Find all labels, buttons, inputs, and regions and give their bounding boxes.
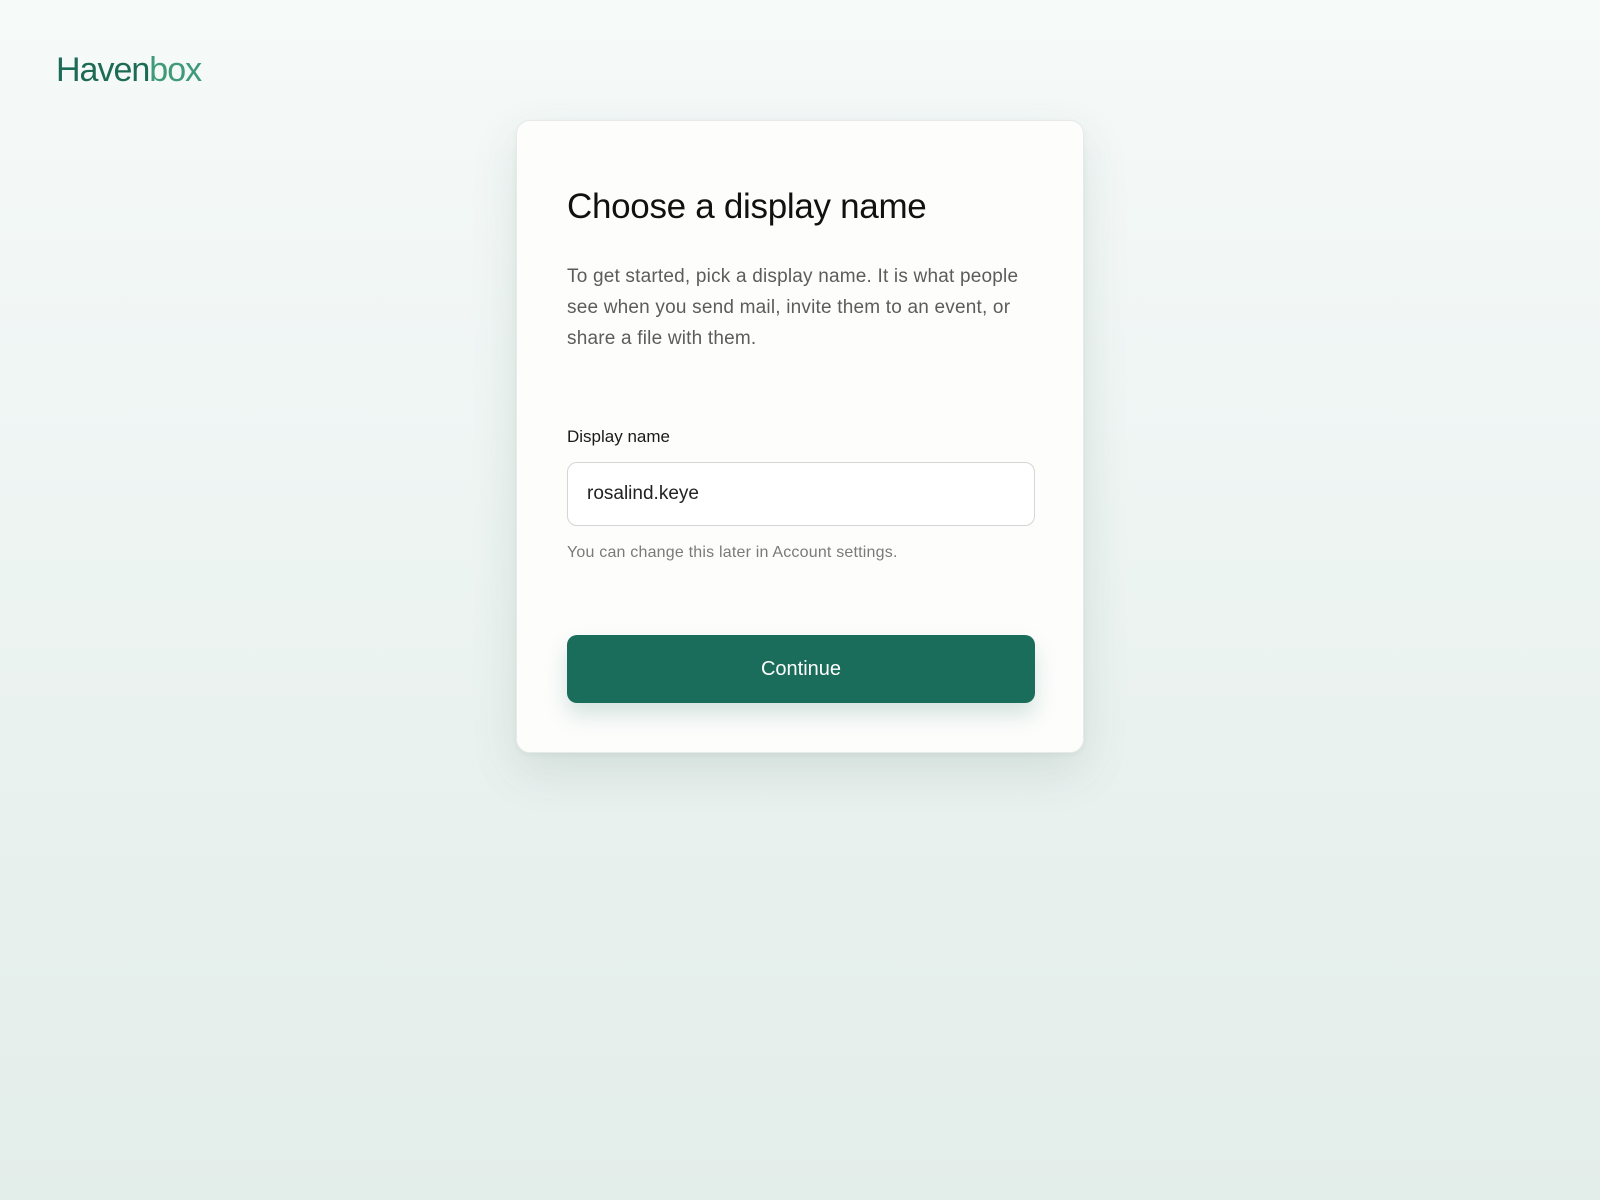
display-name-card: Choose a display name To get started, pi… [516, 120, 1084, 753]
display-name-input[interactable] [567, 462, 1035, 526]
brand-logo-part2: box [149, 51, 202, 89]
brand-logo: Havenbox [56, 48, 202, 92]
display-name-label: Display name [567, 427, 670, 446]
card-description: To get started, pick a display name. It … [567, 266, 1019, 349]
brand-logo-part1: Haven [56, 51, 150, 89]
display-name-helper-text: You can change this later in Account set… [567, 544, 898, 561]
continue-button[interactable]: Continue [567, 635, 1035, 703]
page-title: Choose a display name [567, 187, 927, 226]
